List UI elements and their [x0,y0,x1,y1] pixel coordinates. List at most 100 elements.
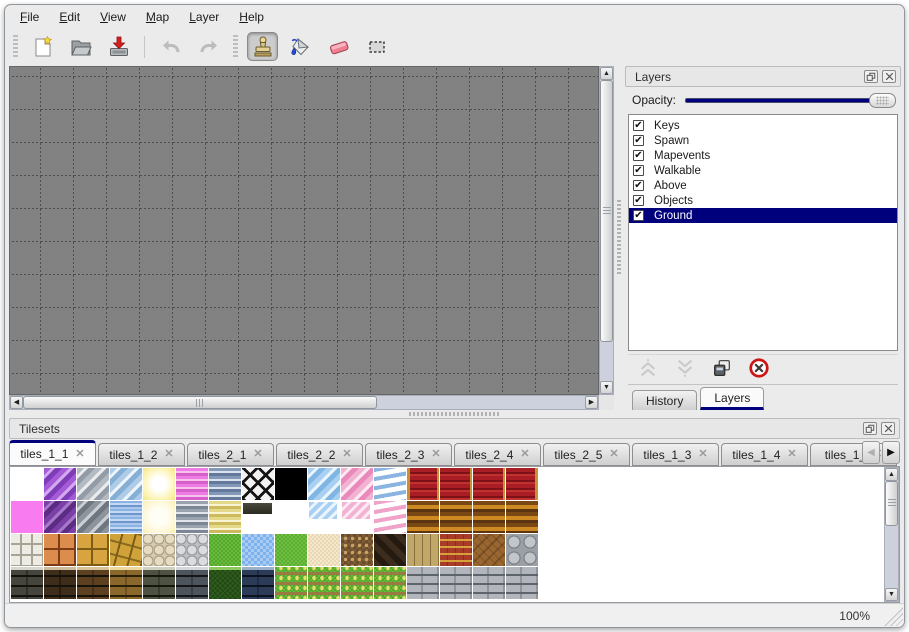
undo-button[interactable] [155,32,186,61]
red-carpet-tile[interactable] [473,468,505,500]
layer-row-mapevents[interactable]: ✔Mapevents [629,148,897,163]
blue-stripe-tile[interactable] [209,468,241,500]
blue-glass-tile[interactable] [110,468,142,500]
gray-stone-brick-wall-tile[interactable] [176,567,208,599]
menu-help[interactable]: Help [230,7,273,27]
green-gray-brick-wall-tile[interactable] [143,567,175,599]
small-pink-glass-tile[interactable] [341,501,373,533]
sign-plaque-tile[interactable] [242,501,274,533]
pink-glass-tile[interactable] [341,468,373,500]
water-ripple-tile[interactable] [110,501,142,533]
tileset-tab-tiles_2_1[interactable]: tiles_2_1✕ [187,443,274,466]
magenta-tile[interactable] [11,501,43,533]
save-button[interactable] [103,32,134,61]
pink-stripe-tile[interactable] [176,468,208,500]
canvas-vertical-scrollbar[interactable]: ▲ ▼ [599,66,614,395]
tab-scroll-right-button[interactable]: ▶ [882,441,900,464]
vertical-scroll-thumb[interactable] [600,80,613,342]
tileset-tab-tiles_2_5[interactable]: tiles_2_5✕ [543,443,630,466]
opacity-slider-handle[interactable] [869,93,896,108]
open-button[interactable] [65,32,96,61]
orange-tile-floor[interactable] [44,534,76,566]
menu-map[interactable]: Map [137,7,178,27]
hedge-tile[interactable] [209,567,241,599]
tab-scroll-left-button[interactable]: ◀ [862,441,880,464]
gray-brick-wall-tile[interactable] [11,567,43,599]
horizontal-splitter[interactable] [5,410,904,418]
black-tile[interactable] [275,468,307,500]
tab-layers[interactable]: Layers [700,387,764,410]
layer-visibility-checkbox[interactable]: ✔ [633,150,644,161]
empty-tile[interactable] [11,468,43,500]
tan-brick-wall-tile[interactable] [110,567,142,599]
menu-view[interactable]: View [91,7,135,27]
brown-plank-stripe-tile[interactable] [440,501,472,533]
scroll-up-icon[interactable]: ▲ [600,67,613,80]
menu-edit[interactable]: Edit [50,7,89,27]
brown-plank-stripe-tile[interactable] [407,501,439,533]
scroll-down-icon[interactable]: ▼ [885,588,898,601]
menu-file[interactable]: File [11,7,48,27]
eraser-tool-button[interactable] [323,32,354,61]
close-panel-button[interactable] [882,70,896,83]
raise-layer-button[interactable] [637,359,659,381]
small-lightblue-glass-tile[interactable] [308,501,340,533]
tileset-vertical-scrollbar[interactable]: ▲ ▼ [884,467,899,602]
layer-row-ground[interactable]: ✔Ground [629,208,897,223]
dark-purple-glass-tile[interactable] [44,501,76,533]
gray-plank-wall-tile[interactable] [407,567,439,599]
blue-brick-wall-tile[interactable] [242,567,274,599]
fill-tool-button[interactable] [285,32,316,61]
tab-close-icon[interactable]: ✕ [164,449,173,460]
tab-close-icon[interactable]: ✕ [520,449,529,460]
layer-visibility-checkbox[interactable]: ✔ [633,180,644,191]
tab-close-icon[interactable]: ✕ [609,449,618,460]
map-canvas[interactable] [9,66,599,395]
lower-layer-button[interactable] [674,359,696,381]
layer-row-above[interactable]: ✔Above [629,178,897,193]
layer-row-walkable[interactable]: ✔Walkable [629,163,897,178]
purple-glass-tile[interactable] [44,468,76,500]
vertical-scroll-thumb[interactable] [885,481,898,526]
scroll-up-icon[interactable]: ▲ [885,468,898,481]
brown-plank-stripe-tile[interactable] [506,501,538,533]
tab-close-icon[interactable]: ✕ [431,449,440,460]
tab-history[interactable]: History [632,390,697,410]
toolbar-grip-icon[interactable] [13,35,18,59]
wood-plank-tile[interactable] [407,534,439,566]
gray-plank-wall-tile[interactable] [473,567,505,599]
scroll-right-icon[interactable]: ▶ [585,396,598,409]
layer-visibility-checkbox[interactable]: ✔ [633,165,644,176]
grass-flower-path-tile[interactable] [308,567,340,599]
yellow-glow-tile[interactable] [143,468,175,500]
float-panel-button[interactable] [864,70,878,83]
tileset-tab-tiles_1_2[interactable]: tiles_1_2✕ [98,443,185,466]
close-panel-button[interactable] [881,422,895,435]
tileset-tab-tiles_2_3[interactable]: tiles_2_3✕ [365,443,452,466]
red-carpet-tile[interactable] [440,468,472,500]
yellow-stripe-tile[interactable] [209,501,241,533]
tab-close-icon[interactable]: ✕ [698,449,707,460]
stamp-tool-button[interactable] [247,32,278,61]
horizontal-scroll-thumb[interactable] [23,396,377,409]
new-map-button[interactable] [27,32,58,61]
lattice-tile[interactable] [242,468,274,500]
toolbar-grip-icon[interactable] [233,35,238,59]
grass-tile[interactable] [209,534,241,566]
red-gold-brick-tile[interactable] [440,534,472,566]
pink-white-stripe-tile[interactable] [374,501,406,533]
gray-stripe-tile[interactable] [176,501,208,533]
layer-row-spawn[interactable]: ✔Spawn [629,133,897,148]
tileset-tab-tiles_1_4[interactable]: tiles_1_4✕ [721,443,808,466]
resize-grip-icon[interactable] [883,606,903,626]
tileset-tab-tiles_2_4[interactable]: tiles_2_4✕ [454,443,541,466]
pale-yellow-glow-tile[interactable] [143,501,175,533]
tileset-tab-tiles_2_2[interactable]: tiles_2_2✕ [276,443,363,466]
gray-cobblestone-tile[interactable] [176,534,208,566]
tab-close-icon[interactable]: ✕ [342,449,351,460]
red-carpet-tile[interactable] [407,468,439,500]
brown-brick-wall-tile[interactable] [77,567,109,599]
dark-gray-glass-tile[interactable] [77,501,109,533]
opacity-slider[interactable] [685,98,896,103]
menu-layer[interactable]: Layer [180,7,228,27]
